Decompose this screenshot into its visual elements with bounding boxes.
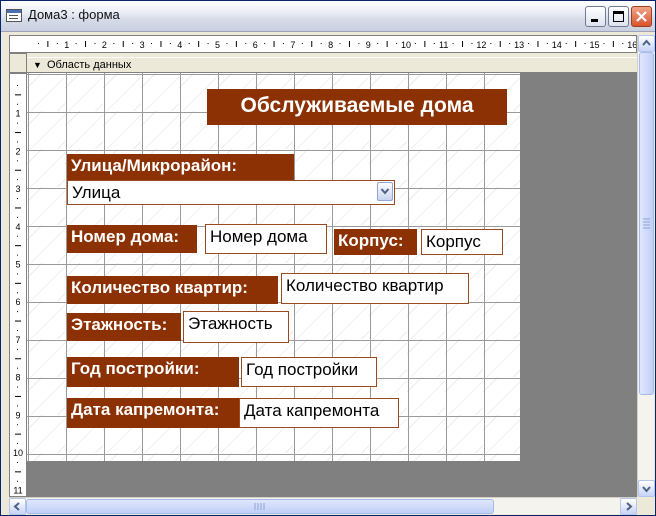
- form-window-icon: [6, 9, 22, 22]
- detail-section-header[interactable]: ▼ Область данных: [27, 57, 637, 73]
- ruler-number: 3: [15, 184, 20, 194]
- house-number-field[interactable]: Номер дома: [205, 224, 327, 254]
- vertical-ruler-scale: 1 2 3 4 5 6 7 8 9 10 11: [13, 84, 23, 496]
- size-grip[interactable]: [637, 497, 654, 514]
- street-combobox[interactable]: Улица: [67, 180, 395, 205]
- grip-icon: [643, 218, 650, 229]
- ruler-number: 6: [253, 40, 258, 50]
- section-selector[interactable]: [9, 53, 27, 73]
- arrow-left-icon: [13, 502, 20, 511]
- scroll-left-button[interactable]: [9, 498, 26, 515]
- year-built-label[interactable]: Год постройки:: [67, 357, 239, 387]
- vertical-scroll-thumb[interactable]: [639, 52, 654, 395]
- close-icon: [636, 11, 647, 22]
- scroll-down-button[interactable]: [638, 480, 655, 497]
- year-built-field[interactable]: Год постройки: [241, 357, 377, 387]
- repair-date-field[interactable]: Дата капремонта: [239, 398, 399, 428]
- section-label: Область данных: [47, 59, 132, 71]
- ruler-number: 8: [15, 373, 20, 383]
- arrow-up-icon: [642, 39, 651, 46]
- arrow-down-icon: [642, 486, 651, 493]
- ruler-number: 4: [177, 40, 182, 50]
- minimize-button[interactable]: [585, 6, 606, 27]
- ruler-number: 13: [514, 40, 524, 50]
- arrow-right-icon: [626, 502, 633, 511]
- vertical-ruler[interactable]: 1 2 3 4 5 6 7 8 9 10 11: [9, 73, 27, 497]
- ruler-number: 9: [15, 410, 20, 420]
- ruler-number: 1: [15, 109, 20, 119]
- ruler-number: 14: [552, 40, 562, 50]
- repair-date-label[interactable]: Дата капремонта:: [67, 398, 239, 428]
- horizontal-scrollbar[interactable]: [9, 497, 637, 515]
- street-label[interactable]: Улица/Микрорайон:: [67, 154, 294, 180]
- apartments-field[interactable]: Количество квартир: [281, 273, 469, 304]
- horizontal-ruler[interactable]: 12345678910111213141516: [9, 35, 637, 53]
- ruler-number: 15: [589, 40, 599, 50]
- building-field[interactable]: Корпус: [421, 229, 503, 255]
- window-title: Дома3 : форма: [28, 7, 120, 22]
- ruler-number: 11: [439, 40, 448, 50]
- ruler-number: 7: [15, 335, 20, 345]
- ruler-number: 5: [215, 40, 220, 50]
- apartments-label[interactable]: Количество квартир:: [67, 276, 278, 304]
- design-canvas[interactable]: Обслуживаемые дома Улица/Микрорайон: Ули…: [27, 73, 637, 497]
- scroll-up-button[interactable]: [638, 35, 655, 52]
- maximize-button[interactable]: [608, 6, 629, 27]
- ruler-number: 16: [627, 40, 636, 50]
- house-number-label[interactable]: Номер дома:: [67, 225, 197, 253]
- section-arrow-icon: ▼: [33, 60, 42, 70]
- horizontal-ruler-scale: 12345678910111213141516: [37, 40, 637, 50]
- chevron-down-icon: [380, 188, 390, 195]
- minimize-icon: [591, 19, 598, 22]
- ruler-number: 10: [401, 40, 411, 50]
- floors-label[interactable]: Этажность:: [67, 313, 181, 341]
- grip-icon: [254, 503, 265, 510]
- form-title-label[interactable]: Обслуживаемые дома: [207, 89, 507, 125]
- vertical-scrollbar[interactable]: [637, 35, 655, 497]
- ruler-number: 11: [13, 486, 22, 496]
- ruler-number: 6: [15, 297, 20, 307]
- ruler-number: 5: [15, 260, 20, 270]
- ruler-number: 12: [476, 40, 486, 50]
- maximize-icon: [613, 11, 624, 22]
- ruler-number: 7: [290, 40, 295, 50]
- floors-field[interactable]: Этажность: [183, 311, 289, 343]
- street-combobox-value: Улица: [72, 183, 121, 202]
- ruler-number: 10: [13, 448, 23, 458]
- ruler-number: 8: [328, 40, 333, 50]
- ruler-number: 3: [140, 40, 145, 50]
- ruler-number: 2: [15, 146, 20, 156]
- scroll-right-button[interactable]: [620, 498, 637, 515]
- street-dropdown-button[interactable]: [377, 182, 393, 201]
- building-label[interactable]: Корпус:: [334, 229, 417, 255]
- ruler-number: 2: [102, 40, 107, 50]
- ruler-number: 9: [366, 40, 371, 50]
- title-bar[interactable]: Дома3 : форма: [1, 1, 655, 32]
- ruler-number: 1: [64, 40, 69, 50]
- horizontal-scroll-thumb[interactable]: [26, 499, 494, 514]
- close-button[interactable]: [631, 6, 652, 27]
- ruler-number: 4: [15, 222, 20, 232]
- form-design-window: Дома3 : форма 12345678910111213141516 ▼ …: [0, 0, 656, 516]
- form-detail-area[interactable]: Обслуживаемые дома Улица/Микрорайон: Ули…: [27, 73, 520, 461]
